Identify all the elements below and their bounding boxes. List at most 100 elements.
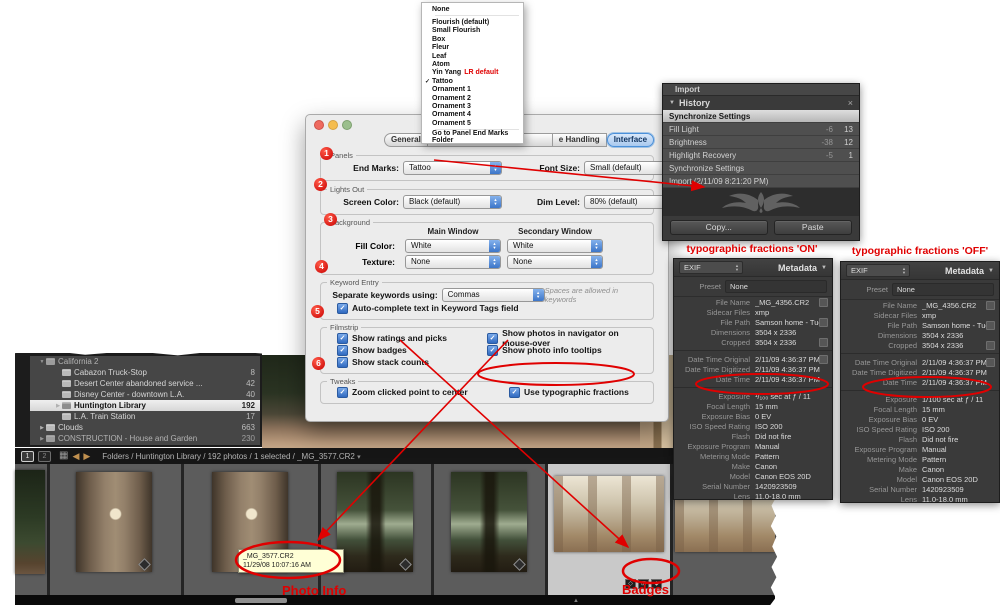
thumbnail-cell[interactable] [321, 464, 434, 595]
thumbnail-cell[interactable] [50, 464, 184, 595]
history-step[interactable]: Brightness -38 12 [663, 136, 859, 149]
preferences-tab[interactable]: e Handling [553, 133, 607, 147]
menu-item[interactable]: Leaf [422, 52, 523, 60]
menu-item[interactable]: Flourish (default) [422, 18, 523, 26]
collapse-triangle-icon[interactable]: ▼ [669, 100, 675, 106]
checkbox-label: Zoom clicked point to center [352, 387, 468, 397]
history-step[interactable]: Import (2/11/09 8:21:20 PM) [663, 175, 859, 188]
preset-dropdown[interactable]: None [725, 280, 827, 293]
history-step-label: Synchronize Settings [669, 112, 750, 121]
checkbox[interactable]: ✓ [487, 345, 498, 356]
copy-button[interactable]: Copy... [670, 220, 768, 235]
separate-keywords-dropdown[interactable]: Commas▲▼ [442, 288, 545, 302]
checkbox[interactable]: ✓ [337, 345, 348, 356]
history-step[interactable]: Synchronize Settings [663, 110, 859, 123]
menu-item[interactable]: Yin Yang LR default [422, 69, 523, 77]
history-step[interactable]: Synchronize Settings [663, 162, 859, 175]
checkbox[interactable]: ✓ [337, 357, 348, 368]
preset-dropdown[interactable]: None [892, 283, 994, 296]
metadata-action-icon[interactable] [986, 321, 995, 330]
fill-color-main-dropdown[interactable]: White▲▼ [405, 239, 501, 253]
metadata-action-icon[interactable] [819, 318, 828, 327]
folder-row[interactable]: ▼ California 2 [30, 356, 260, 367]
menu-item[interactable]: Fleur [422, 44, 523, 52]
end-marks-dropdown[interactable]: Tattoo▲▼ [403, 161, 502, 175]
metadata-view-selector[interactable]: EXIF▲▼ [846, 264, 910, 277]
filmstrip-show-handle[interactable]: ▲ [573, 598, 579, 604]
paste-button[interactable]: Paste [774, 220, 852, 235]
grid-view-icon[interactable]: ▦ [59, 451, 68, 461]
checkbox[interactable]: ✓ [509, 387, 520, 398]
folder-row[interactable]: ▶ Huntington Library 192 [30, 400, 260, 411]
thumbnail[interactable] [337, 472, 413, 572]
texture-main-dropdown[interactable]: None▲▼ [405, 255, 501, 269]
minimize-window-icon[interactable] [328, 120, 338, 130]
collapse-triangle-icon[interactable]: ▼ [988, 268, 994, 274]
metadata-action-icon[interactable] [986, 341, 995, 350]
screen-color-dropdown[interactable]: Black (default)▲▼ [403, 195, 502, 209]
disclosure-triangle-icon[interactable]: ▼ [38, 359, 46, 365]
close-window-icon[interactable] [314, 120, 324, 130]
folder-row[interactable]: Desert Center abandoned service ... 42 [30, 378, 260, 389]
badge-icon[interactable] [138, 558, 151, 571]
clear-history-icon[interactable]: × [848, 98, 853, 108]
secondary-monitor-button[interactable]: 2 [38, 451, 51, 462]
breadcrumb[interactable]: Folders / Huntington Library / 192 photo… [102, 452, 360, 461]
history-header[interactable]: ▼ History × [663, 96, 859, 110]
checkbox[interactable]: ✓ [337, 387, 348, 398]
zoom-window-icon[interactable] [342, 120, 352, 130]
disclosure-triangle-icon[interactable]: ▶ [38, 425, 46, 431]
checkbox[interactable]: ✓ [487, 333, 498, 344]
history-step[interactable]: Highlight Recovery -5 1 [663, 149, 859, 162]
updown-arrows-icon: ▲▼ [533, 289, 544, 301]
disclosure-triangle-icon[interactable]: ▶ [38, 436, 46, 442]
filmstrip-scrollbar[interactable] [235, 598, 287, 603]
texture-secondary-dropdown[interactable]: None▲▼ [507, 255, 603, 269]
metadata-view-selector[interactable]: EXIF▲▼ [679, 261, 743, 274]
menu-item[interactable]: Ornament 5 [422, 119, 523, 127]
checkbox[interactable]: ✓ [337, 303, 348, 314]
thumbnail-cell[interactable] [434, 464, 548, 595]
thumbnail-cell[interactable] [15, 464, 50, 595]
metadata-action-icon[interactable] [819, 338, 828, 347]
arrow-right-icon[interactable]: ▶ [83, 451, 90, 461]
primary-monitor-button[interactable]: 1 [21, 451, 34, 462]
menu-item[interactable]: Small Flourish [422, 27, 523, 35]
selected-thumbnail[interactable] [554, 476, 664, 552]
menu-item[interactable]: Ornament 1 [422, 86, 523, 94]
badge-icon[interactable] [513, 558, 526, 571]
menu-item[interactable]: Atom [422, 60, 523, 68]
metadata-action-icon[interactable] [986, 301, 995, 310]
checkbox[interactable]: ✓ [337, 333, 348, 344]
folder-row[interactable]: Cabazon Truck-Stop 8 [30, 367, 260, 378]
metadata-action-icon[interactable] [986, 358, 995, 367]
folder-row[interactable]: ▶ Clouds 663 [30, 422, 260, 433]
menu-item[interactable]: Ornament 3 [422, 102, 523, 110]
thumbnail[interactable] [451, 472, 527, 572]
preferences-tab[interactable]: Interface [607, 133, 654, 147]
menu-item[interactable]: Go to Panel End Marks Folder [422, 132, 523, 140]
menu-item[interactable]: Ornament 2 [422, 94, 523, 102]
menu-item[interactable]: None [422, 5, 523, 13]
menu-item[interactable]: Box [422, 35, 523, 43]
photo-info-tooltip: _MG_3577.CR2 11/29/08 10:07:16 AM [238, 549, 344, 573]
folder-row[interactable]: Disney Center - downtown L.A. 40 [30, 389, 260, 400]
metadata-row: Make Canon [674, 461, 832, 471]
badge-icon[interactable] [399, 558, 412, 571]
menu-item[interactable]: Ornament 4 [422, 111, 523, 119]
history-step[interactable]: Fill Light -6 13 [663, 123, 859, 136]
selected-thumbnail-cell[interactable]: ◇ ⊞ ◆ [548, 464, 673, 595]
arrow-left-icon[interactable]: ◀ [72, 451, 79, 461]
metadata-action-icon[interactable] [819, 355, 828, 364]
menu-item[interactable]: ✓ Tattoo [422, 77, 523, 85]
fill-color-secondary-dropdown[interactable]: White▲▼ [507, 239, 603, 253]
disclosure-triangle-icon[interactable]: ▶ [54, 403, 62, 409]
thumbnail[interactable] [76, 472, 152, 572]
import-panel-header[interactable]: Import [663, 84, 859, 96]
folder-row[interactable]: L.A. Train Station 17 [30, 411, 260, 422]
folder-row[interactable]: ▶ CONSTRUCTION - House and Garden 230 [30, 433, 260, 444]
collapse-triangle-icon[interactable]: ▼ [821, 265, 827, 271]
thumbnail-cell[interactable] [184, 464, 321, 595]
thumbnail[interactable] [15, 470, 45, 574]
metadata-action-icon[interactable] [819, 298, 828, 307]
